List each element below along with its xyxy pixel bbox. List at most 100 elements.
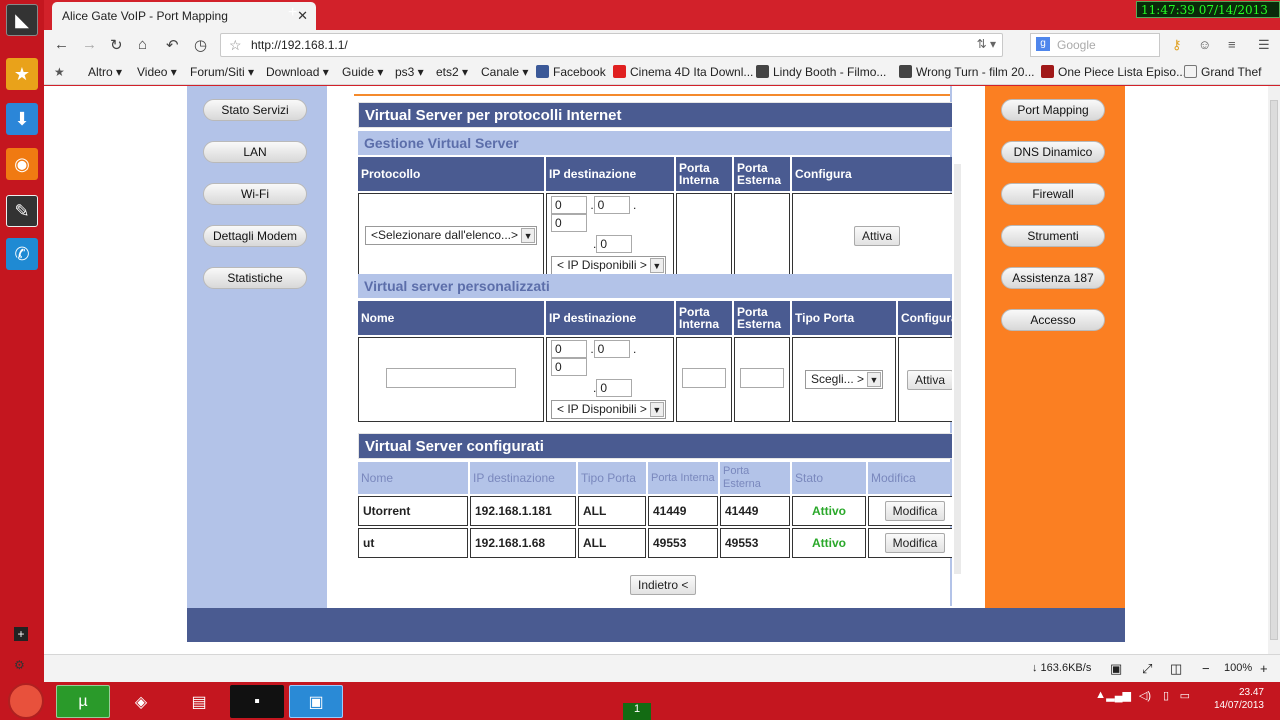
browser-tab[interactable]: Alice Gate VoIP - Port Mapping ✕ <box>52 2 316 30</box>
undo-icon[interactable]: ↶ <box>166 36 179 54</box>
google-icon: g <box>1036 37 1050 51</box>
rss-icon[interactable]: ◉ <box>6 148 38 180</box>
files-icon[interactable]: ▤ <box>172 685 226 718</box>
bookmark-lindy[interactable]: Lindy Booth - Filmo... <box>756 65 886 79</box>
notification-icon[interactable]: ▭ <box>1180 689 1190 702</box>
protocol-select[interactable]: <Selezionare dall'elenco...> ▼ <box>364 226 538 245</box>
menu-lan[interactable]: LAN <box>203 141 307 163</box>
bookmarks-star-icon[interactable]: ★ <box>54 65 65 79</box>
address-dropdown-icon[interactable]: ⇅ ▾ <box>977 37 996 51</box>
bookmark-video[interactable]: Video ▾ <box>137 65 177 79</box>
menu-assistenza[interactable]: Assistenza 187 <box>1001 267 1105 289</box>
ip-octet-2[interactable]: 0 <box>593 196 630 214</box>
frame-scroll-thumb[interactable] <box>954 164 961 574</box>
section-title: Virtual Server per protocolli Internet <box>358 102 962 128</box>
zoom-out-icon[interactable]: − <box>1202 661 1210 676</box>
frame-scrollbar[interactable] <box>952 86 962 606</box>
ip-octet-4[interactable]: 0 <box>596 235 633 253</box>
notes-icon[interactable]: ✎ <box>6 195 38 227</box>
configured-servers-table: Nome IP destinazione Tipo Porta Porta In… <box>356 460 964 560</box>
network-icon[interactable]: ▂▄▆ <box>1106 689 1131 702</box>
ip-available-select[interactable]: < IP Disponibili > ▼ <box>551 400 666 419</box>
back-button[interactable]: Indietro < <box>630 575 697 595</box>
bookmark-ps3[interactable]: ps3 ▾ <box>395 65 424 79</box>
menu-firewall[interactable]: Firewall <box>1001 183 1105 205</box>
page-scrollbar[interactable] <box>1268 86 1280 654</box>
configure-cell: Attiva <box>792 193 962 278</box>
page-scroll-thumb[interactable] <box>1270 100 1278 640</box>
ip-octet-3[interactable]: 0 <box>551 358 587 376</box>
menu-accesso[interactable]: Accesso <box>1001 309 1105 331</box>
start-button[interactable] <box>8 683 44 719</box>
workspace-badge[interactable]: 1 <box>623 703 651 720</box>
bookmark-star-icon[interactable]: ☆ <box>229 37 242 54</box>
address-bar[interactable]: ☆ http://192.168.1.1/ ⇅ ▾ <box>220 33 1003 57</box>
add-icon[interactable]: + <box>14 627 28 641</box>
ip-octet-3[interactable]: 0 <box>551 214 587 232</box>
port-internal-input[interactable] <box>682 368 726 388</box>
port-type-select[interactable]: Scegli... > ▼ <box>804 370 884 389</box>
bookmark-altro[interactable]: Altro ▾ <box>88 65 122 79</box>
zoom-in-icon[interactable]: + <box>1260 661 1268 676</box>
app-icon[interactable]: ◈ <box>114 685 168 718</box>
menu-port-mapping[interactable]: Port Mapping <box>1001 99 1105 121</box>
search-input[interactable]: g Google <box>1030 33 1160 57</box>
cell-ip: 192.168.1.68 <box>470 528 576 558</box>
split-view-icon[interactable]: ◫ <box>1170 661 1182 677</box>
download-icon[interactable]: ⬇ <box>6 103 38 135</box>
menu-statistiche[interactable]: Statistiche <box>203 267 307 289</box>
edit-button[interactable]: Modifica <box>884 533 946 553</box>
menu-dns-dinamico[interactable]: DNS Dinamico <box>1001 141 1105 163</box>
browser-icon[interactable]: ▣ <box>289 685 343 718</box>
bookmark-grandthef[interactable]: Grand Thef <box>1184 65 1261 79</box>
activate-button[interactable]: Attiva <box>853 225 900 246</box>
bookmark-facebook[interactable]: Facebook <box>536 65 606 79</box>
menu-dettagli-modem[interactable]: Dettagli Modem <box>203 225 307 247</box>
ip-available-select[interactable]: < IP Disponibili > ▼ <box>551 256 666 275</box>
reload-icon[interactable]: ↻ <box>110 36 123 54</box>
bookmark-download[interactable]: Download ▾ <box>266 65 329 79</box>
name-input[interactable] <box>386 368 516 388</box>
bookmark-onepiece[interactable]: One Piece Lista Episo... <box>1041 65 1186 79</box>
ip-octet-4[interactable]: 0 <box>596 379 633 397</box>
new-tab-icon[interactable]: + <box>288 4 297 22</box>
person-icon[interactable]: ☺ <box>1198 37 1211 52</box>
key-icon[interactable]: ⚷ <box>1172 37 1182 53</box>
cell-name: ut <box>358 528 468 558</box>
settings-icon[interactable]: ☰ <box>1258 37 1270 53</box>
bookmark-guide[interactable]: Guide ▾ <box>342 65 383 79</box>
bookmark-ets2[interactable]: ets2 ▾ <box>436 65 468 79</box>
bookmark-wrongturn[interactable]: Wrong Turn - film 20... <box>899 65 1034 79</box>
menu-strumenti[interactable]: Strumenti <box>1001 225 1105 247</box>
app-icon[interactable]: ◣ <box>6 4 38 36</box>
tray-up-icon[interactable]: ▲ <box>1095 689 1106 701</box>
star-icon[interactable]: ★ <box>6 58 38 90</box>
ip-octet-1[interactable]: 0 <box>551 340 587 358</box>
bookmark-canale[interactable]: Canale ▾ <box>481 65 528 79</box>
skype-icon[interactable]: ✆ <box>6 238 38 270</box>
forward-icon[interactable]: → <box>82 36 97 53</box>
utorrent-icon[interactable]: µ <box>56 685 110 718</box>
ip-octet-2[interactable]: 0 <box>593 340 630 358</box>
menu-icon[interactable]: ≡ <box>1228 37 1236 52</box>
menu-stato-servizi[interactable]: Stato Servizi <box>203 99 307 121</box>
chevron-down-icon: ▼ <box>521 228 536 243</box>
home-icon[interactable]: ⌂ <box>138 36 147 53</box>
port-external-input[interactable] <box>740 368 784 388</box>
close-icon[interactable]: ✕ <box>297 8 308 24</box>
gear-icon[interactable]: ⚙ <box>14 658 25 672</box>
history-icon[interactable]: ◷ <box>194 36 207 54</box>
battery-icon[interactable]: ▯ <box>1163 689 1169 702</box>
screenshot-icon[interactable]: ▣ <box>1110 661 1122 677</box>
menu-wifi[interactable]: Wi-Fi <box>203 183 307 205</box>
back-icon[interactable]: ← <box>54 36 69 53</box>
volume-icon[interactable]: ◁) <box>1139 689 1151 702</box>
bookmark-forum[interactable]: Forum/Siti ▾ <box>190 65 254 79</box>
terminal-icon[interactable]: ▪ <box>230 685 284 718</box>
fullscreen-icon[interactable]: ⤢ <box>1142 661 1152 677</box>
activate-button[interactable]: Attiva <box>906 369 953 390</box>
ip-octet-1[interactable]: 0 <box>551 196 587 214</box>
web-page: Stato Servizi LAN Wi-Fi Dettagli Modem S… <box>44 86 1268 654</box>
edit-button[interactable]: Modifica <box>884 501 946 521</box>
bookmark-cinema4d[interactable]: Cinema 4D Ita Downl... <box>613 65 753 79</box>
